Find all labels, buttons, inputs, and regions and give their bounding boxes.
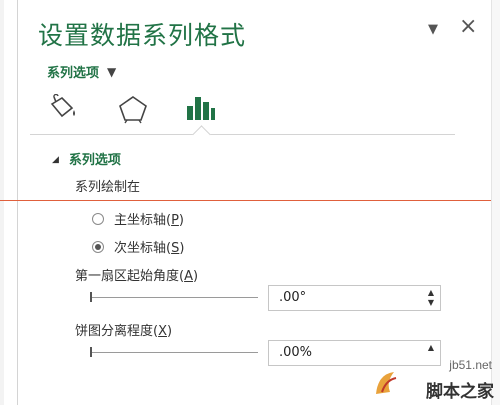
first-slice-angle-slider[interactable] — [90, 297, 258, 298]
radio-primary-axis-label: 主坐标轴(P) — [114, 213, 184, 228]
watermark: jb51.net 脚本之家 — [368, 352, 500, 405]
chevron-down-icon: ▼ — [107, 65, 117, 79]
first-slice-angle-label: 第一扇区起始角度(A) — [75, 269, 199, 284]
pie-explosion-value[interactable]: .00% — [279, 345, 312, 360]
pie-explosion-slider-thumb[interactable] — [90, 347, 92, 357]
tab-series-options[interactable] — [184, 94, 218, 124]
pie-explosion-label: 饼图分离程度(X) — [75, 324, 173, 339]
tab-underline — [30, 134, 455, 135]
pane-title: 设置数据系列格式 — [38, 21, 247, 50]
first-slice-angle-slider-thumb[interactable] — [90, 292, 92, 302]
plot-series-on-label: 系列绘制在 — [75, 180, 141, 195]
collapse-triangle-icon: ◢ — [52, 155, 59, 165]
pane-options-dropdown-icon[interactable]: ▼ — [428, 22, 438, 37]
pane-left-border — [17, 0, 18, 405]
radio-secondary-axis-label: 次坐标轴(S) — [114, 241, 185, 256]
series-options-dropdown[interactable]: 系列选项 ▼ — [47, 62, 116, 81]
pie-explosion-slider[interactable] — [90, 352, 258, 353]
radio-secondary-axis-circle[interactable] — [92, 240, 104, 253]
paint-bucket-icon — [50, 94, 75, 118]
first-slice-angle-spinner[interactable]: .00° ▲ ▼ — [268, 285, 441, 311]
first-slice-angle-value[interactable]: .00° — [279, 290, 306, 305]
section-series-options-label: 系列选项 — [68, 153, 121, 168]
worksheet-edge — [0, 0, 4, 405]
watermark-text: 脚本之家 — [426, 382, 494, 402]
radio-secondary-axis[interactable]: 次坐标轴(S) — [92, 237, 184, 256]
guide-line — [0, 200, 500, 201]
tab-effects[interactable] — [116, 94, 150, 124]
spin-down-icon[interactable]: ▼ — [428, 299, 434, 307]
site-logo-icon — [376, 372, 397, 394]
format-data-series-pane: 设置数据系列格式 ▼ × 系列选项 ▼ ◢ 系列选项 系列绘制在 主坐标轴(P)… — [0, 0, 500, 405]
close-icon[interactable]: × — [459, 14, 477, 39]
radio-primary-axis-circle[interactable] — [92, 212, 104, 225]
bar-chart-icon — [187, 97, 215, 120]
selected-tab-indicator — [192, 125, 211, 144]
radio-primary-axis[interactable]: 主坐标轴(P) — [92, 209, 184, 228]
series-options-dropdown-label: 系列选项 — [47, 66, 100, 81]
spin-up-icon[interactable]: ▲ — [428, 344, 434, 352]
spin-up-icon[interactable]: ▲ — [428, 289, 434, 297]
section-series-options-header[interactable]: ◢ 系列选项 — [52, 149, 121, 168]
pane-scrollbar[interactable] — [491, 0, 500, 405]
pentagon-icon — [119, 96, 147, 124]
tab-fill-line[interactable] — [46, 94, 80, 124]
watermark-url: jb51.net — [449, 358, 492, 372]
